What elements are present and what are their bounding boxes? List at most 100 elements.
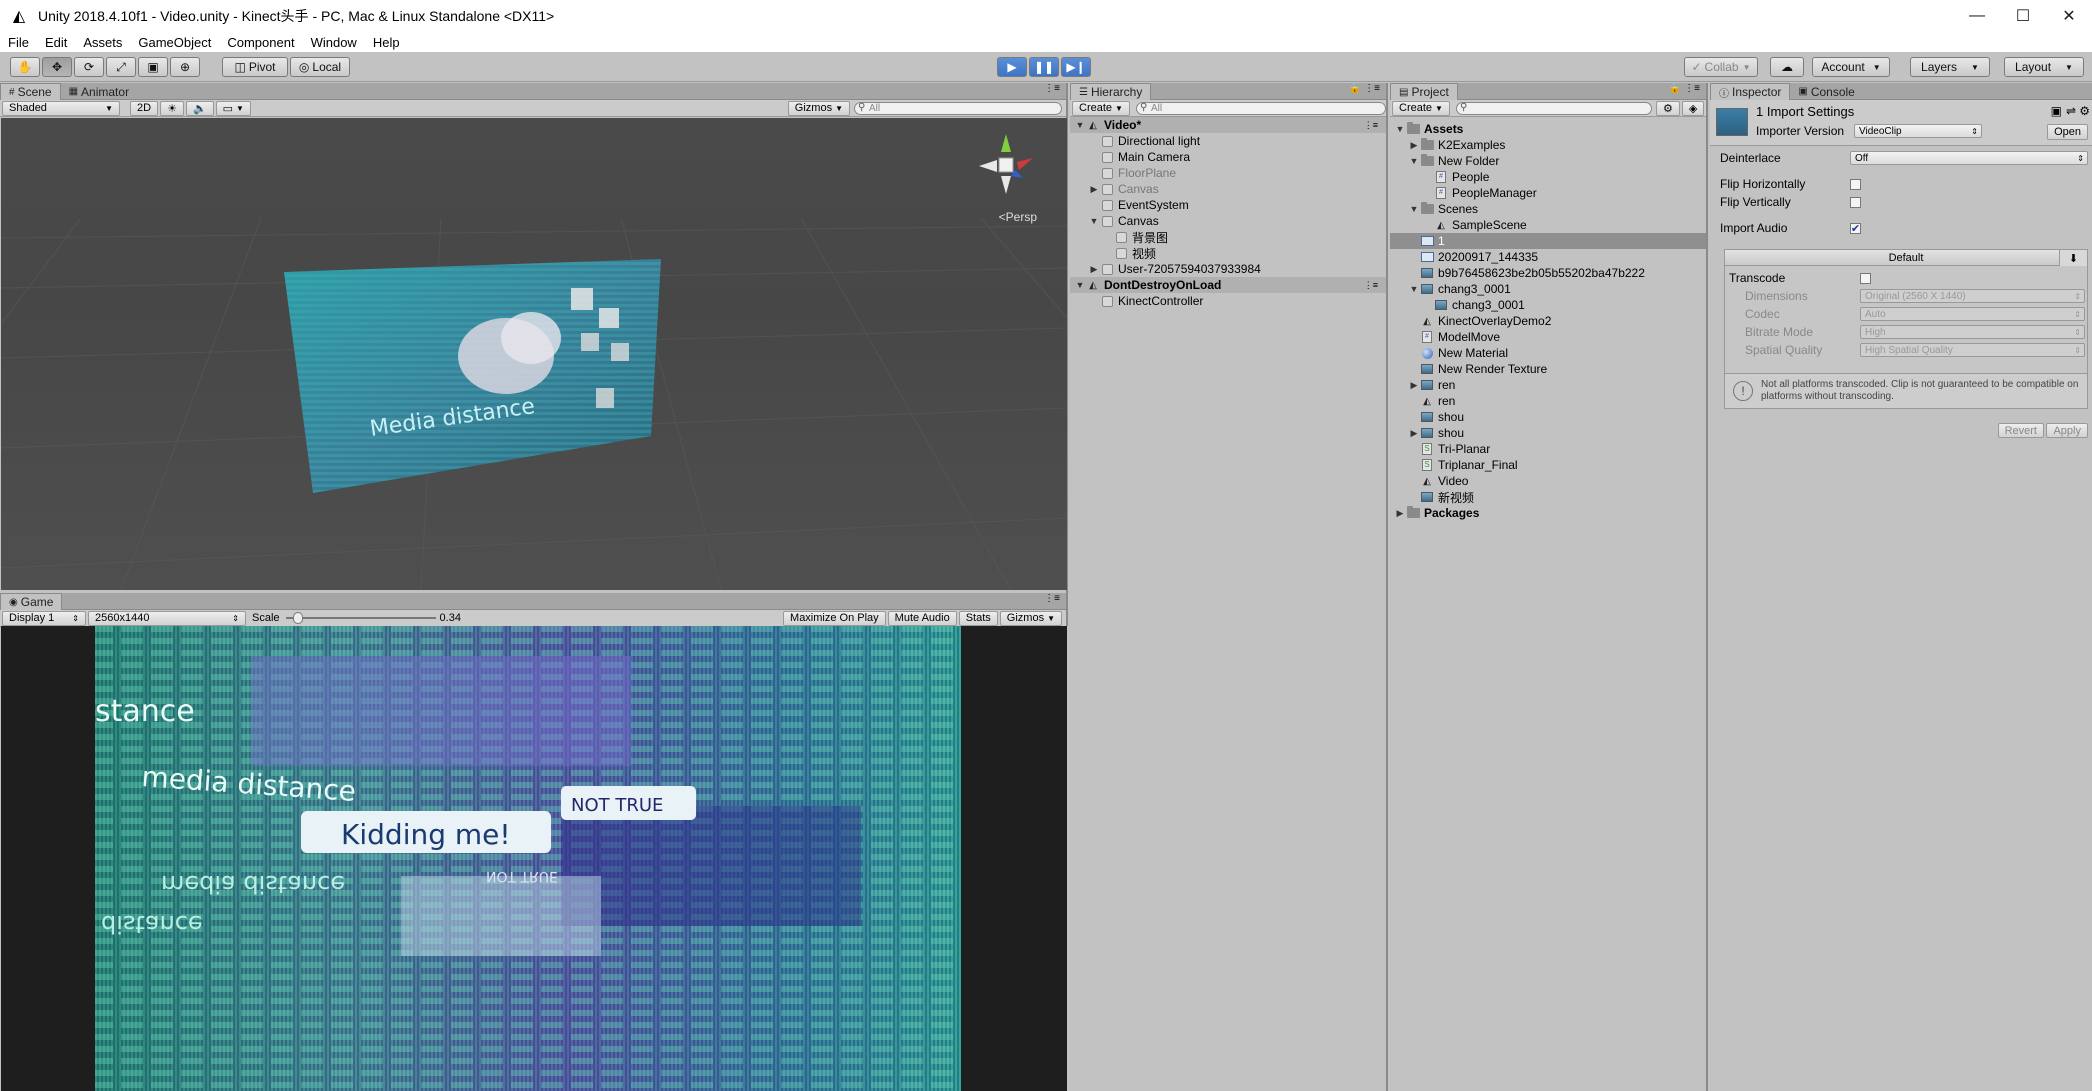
import-audio-checkbox[interactable]: ✔ — [1850, 222, 1861, 235]
local-toggle[interactable]: ◎ Local — [290, 57, 350, 77]
hand-tool-icon[interactable]: ✋ — [10, 57, 40, 77]
project-item[interactable]: 20200917_144335 — [1390, 249, 1706, 265]
expanded-arrow-icon[interactable]: ▼ — [1074, 120, 1086, 130]
menu-edit[interactable]: Edit — [37, 35, 75, 50]
project-item[interactable]: ◭ ren — [1390, 393, 1706, 409]
account-dropdown[interactable]: Account ▼ — [1812, 57, 1890, 77]
hierarchy-item[interactable]: Directional light — [1070, 133, 1386, 149]
menu-gameobject[interactable]: GameObject — [130, 35, 219, 50]
collapsed-arrow-icon[interactable]: ▶ — [1408, 380, 1420, 391]
project-item[interactable]: 新视频 — [1390, 489, 1706, 505]
hierarchy-menu-icon[interactable]: 🔒 ⋮≡ — [1349, 83, 1386, 99]
menu-file[interactable]: File — [0, 35, 37, 50]
project-item[interactable]: b9b76458623be2b05b55202ba47b222 — [1390, 265, 1706, 281]
menu-assets[interactable]: Assets — [75, 35, 130, 50]
project-item[interactable]: S Tri-Planar — [1390, 441, 1706, 457]
project-item[interactable]: 1 — [1390, 233, 1706, 249]
collapsed-arrow-icon[interactable]: ▶ — [1394, 508, 1406, 519]
importer-version-dropdown[interactable]: VideoClip ⇕ — [1854, 124, 1982, 138]
maximize-on-play-toggle[interactable]: Maximize On Play — [783, 610, 886, 626]
project-item[interactable]: shou — [1390, 409, 1706, 425]
tab-scene[interactable]: # Scene — [0, 83, 61, 100]
pause-button[interactable]: ❚❚ — [1029, 57, 1059, 77]
orientation-gizmo-icon[interactable] — [971, 128, 1041, 200]
shading-dropdown[interactable]: Shaded ▼ — [2, 100, 120, 116]
minimize-icon[interactable]: — — [1954, 0, 2000, 32]
2d-toggle[interactable]: 2D — [130, 100, 159, 116]
hierarchy-item[interactable]: ▶ User-72057594037933984 — [1070, 261, 1386, 277]
scale-slider-thumb[interactable] — [292, 612, 303, 624]
help-icon[interactable]: ▣ — [2051, 104, 2062, 118]
tab-animator[interactable]: ▦ Animator — [61, 83, 137, 100]
tab-project[interactable]: ▤ Project — [1390, 83, 1458, 100]
tab-game[interactable]: ◉ Game — [0, 593, 63, 610]
scale-tool-icon[interactable]: ⤢ — [106, 57, 136, 77]
project-item[interactable]: ▼ Assets — [1390, 121, 1706, 137]
project-item[interactable]: ▶ Packages — [1390, 505, 1706, 521]
settings-gear-icon[interactable]: ⚙ — [2079, 104, 2090, 118]
panel-menu-icon[interactable]: ⋮≡ — [1044, 83, 1066, 99]
mute-audio-toggle[interactable]: Mute Audio — [887, 610, 957, 626]
project-item[interactable]: New Render Texture — [1390, 361, 1706, 377]
expanded-arrow-icon[interactable]: ▼ — [1074, 280, 1086, 290]
effects-dropdown[interactable]: ▭ ▼ — [215, 100, 251, 116]
project-create-dropdown[interactable]: Create ▼ — [1392, 100, 1450, 116]
game-viewport[interactable]: stance media distance Kidding me! NOT TR… — [1, 626, 1067, 1091]
revert-button[interactable]: Revert — [1997, 423, 2044, 438]
collapsed-arrow-icon[interactable]: ▶ — [1088, 184, 1100, 195]
project-item[interactable]: ▼ New Folder — [1390, 153, 1706, 169]
project-search-input[interactable] — [1455, 101, 1652, 115]
hierarchy-item[interactable]: 视频 — [1070, 245, 1386, 261]
tab-console[interactable]: ▣ Console — [1790, 83, 1862, 100]
menu-help[interactable]: Help — [365, 35, 408, 50]
apply-button[interactable]: Apply — [2046, 423, 2088, 438]
video-plane[interactable]: Media distance — [284, 259, 661, 493]
collapsed-arrow-icon[interactable]: ▶ — [1088, 264, 1100, 275]
game-panel-menu-icon[interactable]: ⋮≡ — [1044, 593, 1066, 609]
play-button[interactable]: ▶ — [997, 57, 1027, 77]
layout-dropdown[interactable]: Layout ▼ — [2004, 57, 2084, 77]
hierarchy-search-input[interactable]: All — [1135, 101, 1386, 115]
project-item[interactable]: ◭ SampleScene — [1390, 217, 1706, 233]
layers-dropdown[interactable]: Layers ▼ — [1910, 57, 1990, 77]
lighting-toggle[interactable]: ☀ — [160, 100, 184, 116]
pivot-toggle[interactable]: ◫ Pivot — [222, 57, 288, 77]
preset-icon[interactable]: ⇌ — [2066, 104, 2076, 118]
cloud-button[interactable]: ☁ — [1770, 57, 1804, 77]
collapsed-arrow-icon[interactable]: ▶ — [1408, 140, 1420, 151]
tab-inspector[interactable]: ⓘ Inspector — [1710, 83, 1791, 100]
hierarchy-item[interactable]: 背景图 — [1070, 229, 1386, 245]
scene-menu-icon[interactable]: ⋮≡ — [1364, 120, 1378, 131]
transcode-checkbox[interactable] — [1860, 272, 1871, 284]
scene-viewport[interactable]: Media distance <Persp — [1, 118, 1067, 590]
tab-default-platform[interactable]: Default — [1725, 250, 2087, 266]
scene-menu-icon[interactable]: ⋮≡ — [1364, 280, 1378, 291]
hierarchy-item[interactable]: FloorPlane — [1070, 165, 1386, 181]
move-tool-icon[interactable]: ✥ — [42, 57, 72, 77]
flip-horizontally-checkbox[interactable] — [1850, 178, 1861, 190]
expanded-arrow-icon[interactable]: ▼ — [1408, 284, 1420, 294]
collab-dropdown[interactable]: ✓ Collab ▼ — [1684, 57, 1758, 77]
project-item[interactable]: ▶ ren — [1390, 377, 1706, 393]
deinterlace-dropdown[interactable]: Off ⇕ — [1850, 151, 2088, 165]
project-item[interactable]: ◭ KinectOverlayDemo2 — [1390, 313, 1706, 329]
project-item[interactable]: S Triplanar_Final — [1390, 457, 1706, 473]
hierarchy-item[interactable]: Main Camera — [1070, 149, 1386, 165]
display-dropdown[interactable]: Display 1 ⇕ — [2, 610, 86, 626]
filter-by-type-icon[interactable]: ⚙ — [1655, 100, 1680, 116]
scene-gizmos-dropdown[interactable]: Gizmos ▼ — [787, 100, 850, 116]
hierarchy-item[interactable]: ▼ ◭ Video* ⋮≡ — [1070, 117, 1386, 133]
stats-toggle[interactable]: Stats — [958, 610, 998, 626]
menu-component[interactable]: Component — [219, 35, 302, 50]
close-icon[interactable]: ✕ — [2046, 0, 2092, 32]
download-icon[interactable]: ⬇ — [2059, 250, 2087, 266]
project-item[interactable]: ▼ chang3_0001 — [1390, 281, 1706, 297]
resolution-dropdown[interactable]: 2560x1440 ⇕ — [88, 610, 246, 626]
open-button[interactable]: Open — [2047, 124, 2088, 140]
project-item[interactable]: New Material — [1390, 345, 1706, 361]
project-item[interactable]: ◭ Video — [1390, 473, 1706, 489]
project-item[interactable]: # People — [1390, 169, 1706, 185]
project-item[interactable]: ▶ shou — [1390, 425, 1706, 441]
expanded-arrow-icon[interactable]: ▼ — [1088, 216, 1100, 226]
expanded-arrow-icon[interactable]: ▼ — [1394, 124, 1406, 134]
